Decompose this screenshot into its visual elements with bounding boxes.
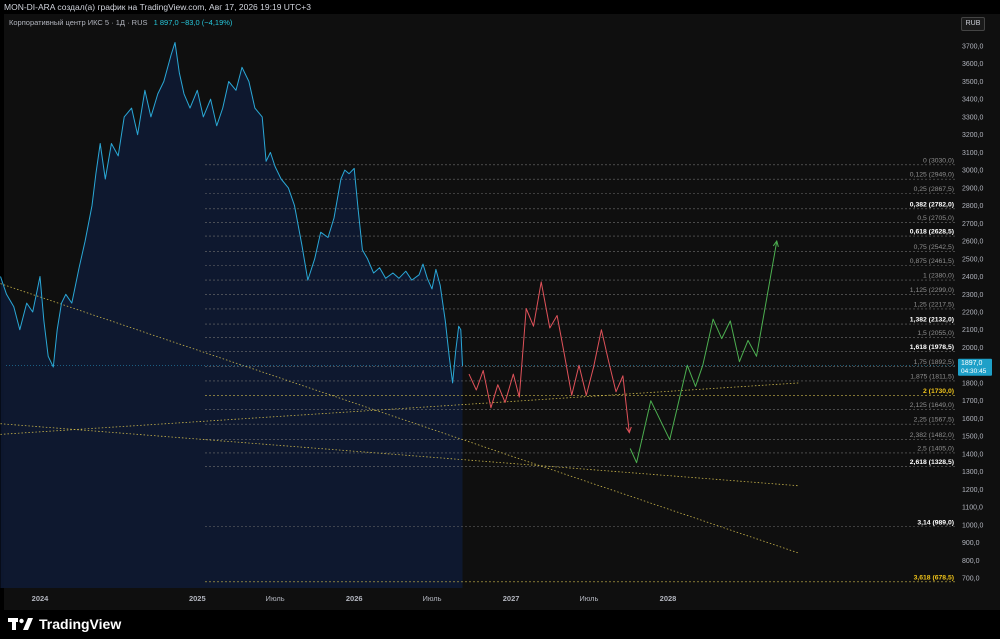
time-tick-label: 2028: [660, 594, 677, 603]
last-price-countdown: 04:30:45: [961, 368, 987, 375]
price-tick-label: 2600,0: [962, 239, 984, 246]
price-tick-label: 3500,0: [962, 79, 984, 86]
price-tick-label: 1600,0: [962, 416, 984, 423]
fib-level-label: 1,25 (2217,5): [914, 301, 954, 308]
fib-level-label: 0,25 (2867,5): [914, 186, 954, 193]
price-tick-label: 800,0: [962, 558, 980, 565]
price-tick-label: 2800,0: [962, 203, 984, 210]
time-tick-label: Июль: [266, 594, 285, 603]
price-axis: 700,0 800,0 900,0 1000,0 1100,0 1200,0 1300,0 1…: [962, 44, 984, 583]
price-tick-label: 2400,0: [962, 274, 984, 281]
fib-level-label: 1,5 (2055,0): [917, 330, 954, 337]
fib-level-label: 3,14 (989,0): [917, 519, 954, 526]
price-tick-label: 1700,0: [962, 398, 984, 405]
price-tick-label: 3100,0: [962, 150, 984, 157]
price-tick-label: 3400,0: [962, 97, 984, 104]
tradingview-logo-icon: [8, 618, 33, 630]
currency-button[interactable]: RUB: [961, 17, 985, 31]
fib-level-label: 2,382 (1482,0): [910, 432, 954, 439]
time-tick-label: Июль: [422, 594, 441, 603]
price-tick-label: 3300,0: [962, 114, 984, 121]
fib-level-label: 0,875 (2461,5): [910, 258, 954, 265]
scenario-up-line: [629, 241, 778, 464]
price-tick-label: 1000,0: [962, 522, 984, 529]
price-tick-label: 1200,0: [962, 487, 984, 494]
price-tick-label: 3200,0: [962, 132, 984, 139]
time-tick-label: Июль: [579, 594, 598, 603]
fib-level-label: 1 (2380,0): [923, 273, 954, 280]
tradingview-logo[interactable]: TradingView: [8, 615, 121, 633]
fib-level-label: 0,618 (2628,5): [910, 229, 954, 236]
price-tick-label: 700,0: [962, 576, 980, 583]
fib-level-label: 1,125 (2299,0): [910, 287, 954, 294]
fib-level-label: 1,875 (1811,5): [910, 373, 954, 380]
fib-level-label: 2,618 (1328,5): [910, 459, 954, 466]
fib-level-label: 0,382 (2782,0): [910, 201, 954, 208]
price-tick-label: 2300,0: [962, 292, 984, 299]
fib-level-label: 0,75 (2542,5): [914, 244, 954, 251]
tradingview-logo-text: TradingView: [39, 616, 122, 632]
last-change-value: 1 897,0 −83,0 (−4,19%): [153, 18, 233, 27]
price-tick-label: 900,0: [962, 540, 980, 547]
fib-level-label: 0,125 (2949,0): [910, 172, 954, 179]
fib-level-label: 2 (1730,0): [923, 388, 954, 395]
price-area-layer: [0, 42, 463, 588]
symbol-title[interactable]: Корпоративный центр ИКС 5 · 1Д · RUS: [9, 18, 148, 27]
price-chart[interactable]: 0 (3030,0) 0,125 (2949,0) 0,25 (2867,5) 0,3…: [0, 0, 1000, 610]
price-tick-label: 3700,0: [962, 44, 984, 51]
time-tick-label: 2027: [503, 594, 520, 603]
price-tick-label: 1400,0: [962, 451, 984, 458]
fib-level-label: 1,382 (2132,0): [910, 317, 954, 324]
price-tick-label: 3600,0: [962, 61, 984, 68]
price-tick-label: 2700,0: [962, 221, 984, 228]
price-tick-label: 1800,0: [962, 380, 984, 387]
price-area-fill: [0, 42, 463, 588]
fib-level-label: 2,25 (1567,5): [914, 417, 954, 424]
price-tick-label: 3000,0: [962, 168, 984, 175]
fib-level-label: 0,5 (2705,0): [917, 215, 954, 222]
price-tick-label: 1500,0: [962, 434, 984, 441]
price-tick-label: 2100,0: [962, 327, 984, 334]
fib-level-label: 3,618 (678,5): [914, 574, 954, 581]
price-tick-label: 1300,0: [962, 469, 984, 476]
footer: [0, 610, 1000, 639]
price-tick-label: 2200,0: [962, 310, 984, 317]
chart-legend: Корпоративный центр ИКС 5 · 1Д · RUS 1 8…: [9, 18, 232, 27]
price-tick-label: 2500,0: [962, 256, 984, 263]
price-tick-label: 2000,0: [962, 345, 984, 352]
fib-level-label: 2,125 (1649,0): [910, 402, 954, 409]
fib-level-label: 1,618 (1978,5): [910, 344, 954, 351]
time-tick-label: 2025: [189, 594, 206, 603]
time-tick-label: 2024: [32, 594, 50, 603]
fib-level-label: 0 (3030,0): [923, 157, 954, 164]
fib-level-label: 2,5 (1405,0): [917, 445, 954, 452]
time-axis: 2024 2025 Июль 2026 Июль 2027 Июль 2028: [32, 594, 677, 603]
fib-level-label: 1,75 (1892,5): [914, 359, 954, 366]
price-tick-label: 2900,0: [962, 185, 984, 192]
price-tick-label: 1100,0: [962, 505, 983, 512]
time-tick-label: 2026: [346, 594, 363, 603]
last-price-value: 1897,0: [961, 360, 983, 367]
